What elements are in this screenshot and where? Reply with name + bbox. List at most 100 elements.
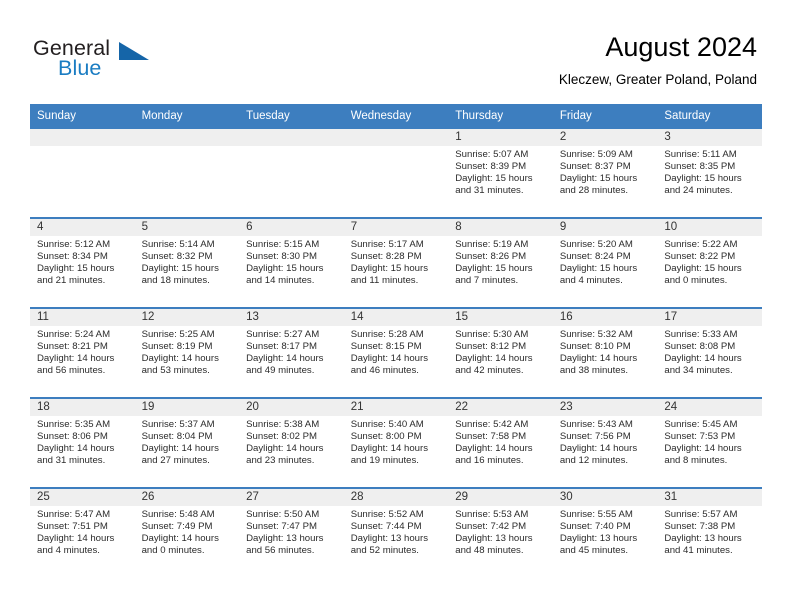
sunrise-text: Sunrise: 5:47 AM [37, 509, 111, 520]
brand-logo[interactable]: General Blue [33, 36, 203, 82]
sunrise-text: Sunrise: 5:50 AM [246, 509, 320, 520]
sunset-text: Sunset: 8:15 PM [350, 341, 422, 353]
calendar-day-cell[interactable]: 4 Sunrise: 5:12 AM Sunset: 8:34 PM Daylight… [30, 217, 135, 308]
day-details: Sunrise: 5:28 AM Sunset: 8:15 PM Daylight:… [344, 326, 449, 377]
daylight-text: Daylight: 14 hours and 8 minutes. [664, 443, 742, 467]
calendar-day-cell[interactable]: 22 Sunrise: 5:42 AM Sunset: 7:58 PM Dayligh… [448, 397, 553, 488]
sunrise-text: Sunrise: 5:42 AM [455, 419, 529, 430]
sunset-text: Sunset: 7:42 PM [455, 521, 527, 533]
calendar-day-cell[interactable]: 29 Sunrise: 5:53 AM Sunset: 7:42 PM Dayligh… [448, 487, 553, 577]
day-details: Sunrise: 5:17 AM Sunset: 8:28 PM Daylight:… [344, 236, 449, 287]
calendar-day-cell[interactable]: 20 Sunrise: 5:38 AM Sunset: 8:02 PM Dayligh… [239, 397, 344, 488]
calendar-day-cell[interactable]: 17 Sunrise: 5:33 AM Sunset: 8:08 PM Dayligh… [657, 307, 762, 398]
calendar-day-cell[interactable]: 28 Sunrise: 5:52 AM Sunset: 7:44 PM Dayligh… [343, 487, 449, 577]
calendar-day-cell[interactable]: 19 Sunrise: 5:37 AM Sunset: 8:04 PM Dayligh… [134, 397, 240, 488]
calendar-day-cell[interactable]: 8 Sunrise: 5:19 AM Sunset: 8:26 PM Daylight… [448, 217, 553, 308]
day-details: Sunrise: 5:24 AM Sunset: 8:21 PM Daylight:… [30, 326, 135, 377]
day-number [239, 129, 344, 146]
sunset-text: Sunset: 8:08 PM [664, 341, 736, 353]
calendar-day-cell[interactable]: 6 Sunrise: 5:15 AM Sunset: 8:30 PM Daylight… [239, 217, 344, 308]
sunset-text: Sunset: 8:24 PM [559, 251, 631, 263]
day-cell-inner: 3 Sunrise: 5:11 AM Sunset: 8:35 PM Daylight… [657, 129, 762, 217]
calendar-day-cell[interactable]: 14 Sunrise: 5:28 AM Sunset: 8:15 PM Dayligh… [343, 307, 449, 398]
calendar-day-cell[interactable]: 5 Sunrise: 5:14 AM Sunset: 8:32 PM Daylight… [134, 217, 240, 308]
daylight-text: Daylight: 15 hours and 18 minutes. [141, 263, 219, 287]
sunset-text: Sunset: 8:17 PM [246, 341, 318, 353]
calendar-day-cell[interactable]: 27 Sunrise: 5:50 AM Sunset: 7:47 PM Dayligh… [239, 487, 344, 577]
brand-name-blue: Blue [58, 56, 102, 80]
day-cell-inner: 8 Sunrise: 5:19 AM Sunset: 8:26 PM Daylight… [448, 219, 553, 307]
day-details: Sunrise: 5:15 AM Sunset: 8:30 PM Daylight:… [239, 236, 344, 287]
day-details: Sunrise: 5:57 AM Sunset: 7:38 PM Daylight:… [657, 506, 762, 557]
day-details: Sunrise: 5:52 AM Sunset: 7:44 PM Daylight:… [344, 506, 449, 557]
calendar-day-cell[interactable]: 9 Sunrise: 5:20 AM Sunset: 8:24 PM Daylight… [552, 217, 658, 308]
calendar-week-row: 4 Sunrise: 5:12 AM Sunset: 8:34 PM Daylight… [30, 217, 762, 308]
day-number: 17 [657, 309, 762, 326]
daylight-text: Daylight: 14 hours and 56 minutes. [37, 353, 115, 377]
calendar-day-cell[interactable]: 26 Sunrise: 5:48 AM Sunset: 7:49 PM Dayligh… [134, 487, 240, 577]
location-subtitle: Kleczew, Greater Poland, Poland [558, 72, 757, 87]
day-details: Sunrise: 5:12 AM Sunset: 8:34 PM Daylight:… [30, 236, 135, 287]
day-number: 15 [448, 309, 553, 326]
day-cell-inner: 31 Sunrise: 5:57 AM Sunset: 7:38 PM Dayligh… [657, 489, 762, 577]
sunrise-text: Sunrise: 5:24 AM [37, 329, 111, 340]
calendar-day-cell[interactable]: 18 Sunrise: 5:35 AM Sunset: 8:06 PM Dayligh… [30, 397, 135, 488]
day-cell-inner: 30 Sunrise: 5:55 AM Sunset: 7:40 PM Dayligh… [552, 489, 658, 577]
day-number: 2 [552, 129, 658, 146]
sunrise-text: Sunrise: 5:19 AM [455, 239, 529, 250]
day-cell-inner: 7 Sunrise: 5:17 AM Sunset: 8:28 PM Daylight… [343, 219, 449, 307]
calendar-day-cell[interactable]: 3 Sunrise: 5:11 AM Sunset: 8:35 PM Daylight… [657, 129, 762, 218]
day-details: Sunrise: 5:19 AM Sunset: 8:26 PM Daylight:… [448, 236, 553, 287]
day-cell-inner: 6 Sunrise: 5:15 AM Sunset: 8:30 PM Daylight… [239, 219, 344, 307]
day-number: 12 [134, 309, 240, 326]
sunrise-text: Sunrise: 5:33 AM [664, 329, 738, 340]
day-cell-inner: 20 Sunrise: 5:38 AM Sunset: 8:02 PM Dayligh… [239, 399, 344, 487]
day-cell-inner: 11 Sunrise: 5:24 AM Sunset: 8:21 PM Dayligh… [30, 309, 135, 397]
calendar-day-cell[interactable]: 11 Sunrise: 5:24 AM Sunset: 8:21 PM Dayligh… [30, 307, 135, 398]
daylight-text: Daylight: 15 hours and 21 minutes. [37, 263, 115, 287]
sunrise-text: Sunrise: 5:35 AM [37, 419, 111, 430]
day-number: 11 [30, 309, 135, 326]
day-cell-inner [134, 129, 240, 217]
daylight-text: Daylight: 15 hours and 0 minutes. [664, 263, 742, 287]
sunrise-text: Sunrise: 5:11 AM [664, 149, 737, 160]
calendar-day-cell[interactable]: 2 Sunrise: 5:09 AM Sunset: 8:37 PM Daylight… [552, 129, 658, 218]
calendar-day-cell[interactable]: 7 Sunrise: 5:17 AM Sunset: 8:28 PM Daylight… [343, 217, 449, 308]
calendar-day-cell[interactable]: 30 Sunrise: 5:55 AM Sunset: 7:40 PM Dayligh… [552, 487, 658, 577]
daylight-text: Daylight: 14 hours and 53 minutes. [141, 353, 219, 377]
daylight-text: Daylight: 15 hours and 24 minutes. [664, 173, 742, 197]
calendar-day-cell[interactable]: 16 Sunrise: 5:32 AM Sunset: 8:10 PM Dayligh… [552, 307, 658, 398]
calendar-day-cell[interactable]: 15 Sunrise: 5:30 AM Sunset: 8:12 PM Dayligh… [448, 307, 553, 398]
calendar-day-cell[interactable]: 25 Sunrise: 5:47 AM Sunset: 7:51 PM Dayligh… [30, 487, 135, 577]
day-details: Sunrise: 5:47 AM Sunset: 7:51 PM Daylight:… [30, 506, 135, 557]
day-number: 27 [239, 489, 344, 506]
day-number: 22 [448, 399, 553, 416]
day-details: Sunrise: 5:09 AM Sunset: 8:37 PM Daylight:… [553, 146, 658, 197]
day-number: 31 [657, 489, 762, 506]
calendar-body: 1 Sunrise: 5:07 AM Sunset: 8:39 PM Daylight… [30, 129, 762, 577]
day-number [30, 129, 135, 146]
day-number: 24 [657, 399, 762, 416]
sunrise-text: Sunrise: 5:15 AM [246, 239, 320, 250]
day-details: Sunrise: 5:48 AM Sunset: 7:49 PM Daylight:… [135, 506, 240, 557]
sunset-text: Sunset: 7:38 PM [664, 521, 736, 533]
sunset-text: Sunset: 8:39 PM [455, 161, 527, 173]
calendar-day-cell[interactable]: 12 Sunrise: 5:25 AM Sunset: 8:19 PM Dayligh… [134, 307, 240, 398]
day-cell-inner: 23 Sunrise: 5:43 AM Sunset: 7:56 PM Dayligh… [552, 399, 658, 487]
sunrise-text: Sunrise: 5:38 AM [246, 419, 320, 430]
calendar-day-cell[interactable]: 23 Sunrise: 5:43 AM Sunset: 7:56 PM Dayligh… [552, 397, 658, 488]
calendar-day-cell[interactable]: 10 Sunrise: 5:22 AM Sunset: 8:22 PM Dayligh… [657, 217, 762, 308]
sunset-text: Sunset: 8:10 PM [559, 341, 631, 353]
sunset-text: Sunset: 8:06 PM [37, 431, 108, 443]
calendar-day-cell[interactable]: 24 Sunrise: 5:45 AM Sunset: 7:53 PM Dayligh… [657, 397, 762, 488]
sunset-text: Sunset: 8:21 PM [37, 341, 108, 353]
daylight-text: Daylight: 14 hours and 12 minutes. [559, 443, 638, 467]
day-cell-inner: 19 Sunrise: 5:37 AM Sunset: 8:04 PM Dayligh… [134, 399, 240, 487]
calendar-day-cell[interactable]: 13 Sunrise: 5:27 AM Sunset: 8:17 PM Dayligh… [239, 307, 344, 398]
sunrise-text: Sunrise: 5:12 AM [37, 239, 111, 250]
calendar-day-cell[interactable]: 1 Sunrise: 5:07 AM Sunset: 8:39 PM Daylight… [448, 129, 553, 218]
calendar-day-cell[interactable]: 21 Sunrise: 5:40 AM Sunset: 8:00 PM Dayligh… [343, 397, 449, 488]
calendar-day-cell[interactable]: 31 Sunrise: 5:57 AM Sunset: 7:38 PM Dayligh… [657, 487, 762, 577]
daylight-text: Daylight: 14 hours and 23 minutes. [246, 443, 324, 467]
weekday-header-friday: Friday [552, 104, 658, 129]
